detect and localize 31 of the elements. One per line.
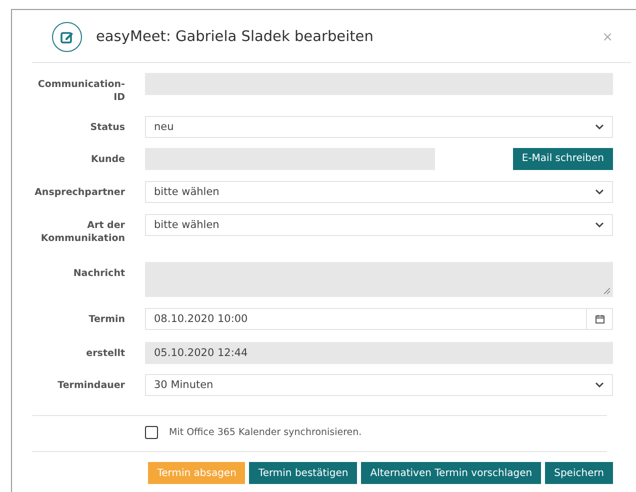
- action-button[interactable]: Speichern: [545, 462, 613, 484]
- chevron-down-icon: [595, 124, 604, 130]
- field-label: Communication-ID: [36, 78, 125, 105]
- select-field[interactable]: bitte wählen: [145, 214, 613, 236]
- email-button[interactable]: E-Mail schreiben: [512, 148, 613, 170]
- chevron-down-icon: [595, 382, 604, 388]
- date-field[interactable]: 08.10.2020 10:00: [145, 308, 587, 330]
- select-field[interactable]: bitte wählen: [145, 180, 613, 203]
- field-label: Termin: [88, 313, 125, 326]
- calendar-button[interactable]: [587, 308, 613, 330]
- field-label: Nachricht: [72, 267, 125, 280]
- edit-icon: [52, 22, 82, 52]
- checkbox[interactable]: [145, 426, 158, 440]
- chevron-down-icon: [595, 188, 604, 195]
- resize-handle-icon: [604, 288, 610, 294]
- field-label: Status: [89, 120, 125, 134]
- readonly-field: 05.10.2020 12:44: [145, 342, 613, 364]
- message-field[interactable]: [145, 262, 613, 298]
- field-label: Ansprechpartner: [34, 186, 125, 199]
- field-label: Termindauer: [56, 379, 125, 392]
- calendar-icon: [594, 314, 604, 324]
- select-field[interactable]: 30 Minuten: [145, 374, 613, 396]
- chevron-down-icon: [595, 222, 604, 228]
- action-button[interactable]: Termin bestätigen: [249, 462, 358, 484]
- action-button[interactable]: Alternativen Termin vorschlagen: [361, 462, 542, 484]
- field-label: Art der Kommunikation: [40, 218, 125, 246]
- select-field[interactable]: neu: [145, 116, 613, 138]
- checkbox-label: Mit Office 365 Kalender synchronisieren.: [169, 427, 362, 438]
- field-label: erstellt: [85, 347, 125, 360]
- dialog-title: easyMeet: Gabriela Sladek bearbeiten: [96, 29, 374, 45]
- field-label: Kunde: [90, 152, 125, 166]
